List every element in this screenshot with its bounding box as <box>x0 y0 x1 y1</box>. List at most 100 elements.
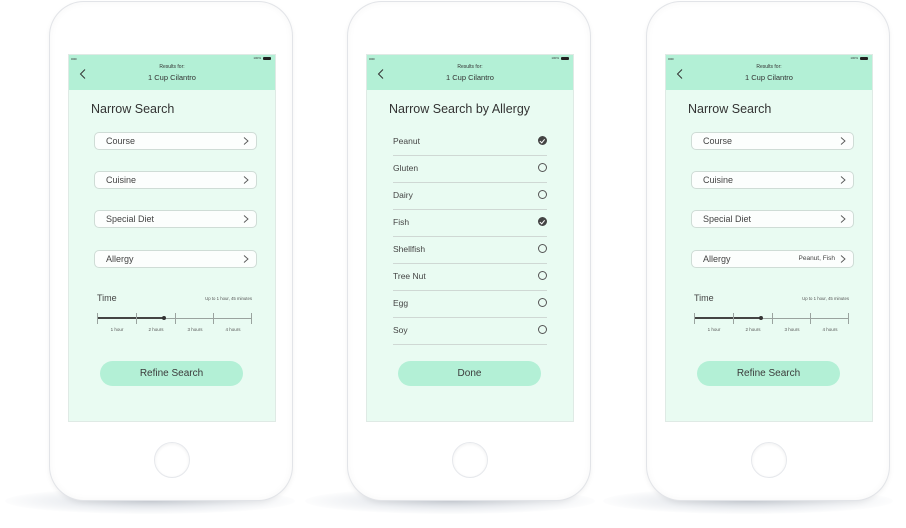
allergy-option-shellfish[interactable]: Shellfish <box>393 236 547 264</box>
results-label: Results for: <box>756 64 782 70</box>
slider-tick <box>694 313 695 324</box>
check-circle-icon[interactable] <box>538 136 547 145</box>
allergy-option-soy[interactable]: Soy <box>393 317 547 345</box>
signal-icon: ••••• <box>369 56 375 61</box>
allergy-selected-value: Peanut, Fish <box>798 255 836 262</box>
chevron-right-icon <box>243 255 249 263</box>
slider-tick <box>174 313 176 324</box>
special-diet-row[interactable]: Special Diet <box>94 210 257 228</box>
slider-thumb[interactable] <box>758 316 763 320</box>
phone-frame-allergy: ••••• 100% Results for: 1 Cup Cilantro N… <box>348 2 590 500</box>
chevron-right-icon <box>243 137 249 145</box>
row-label: Special Diet <box>703 214 752 224</box>
allergy-option-fish[interactable]: Fish <box>393 209 547 237</box>
nav-bar: ••••• 100% Results for: 1 Cup Cilantro <box>367 55 573 90</box>
query-label: 1 Cup Cilantro <box>446 73 494 82</box>
slider-tick <box>848 313 849 324</box>
refine-search-button[interactable]: Refine Search <box>697 361 840 386</box>
tick-label: 3 hours <box>187 327 203 332</box>
home-button[interactable] <box>154 442 190 478</box>
slider-tick <box>135 313 137 324</box>
slider-thumb[interactable] <box>161 316 166 320</box>
allergy-row[interactable]: Allergy <box>94 250 257 268</box>
course-row[interactable]: Course <box>691 132 854 150</box>
home-button[interactable] <box>751 442 787 478</box>
time-value: Up to 1 hour, 45 minutes <box>205 296 252 301</box>
row-label: Allergy <box>106 254 134 264</box>
battery-icon <box>561 56 569 60</box>
tick-label: 1 hour <box>110 327 124 332</box>
tick-label: 2 hours <box>745 327 761 332</box>
query-label: 1 Cup Cilantro <box>148 73 196 82</box>
refine-search-button[interactable]: Refine Search <box>100 361 243 386</box>
row-label: Cuisine <box>106 175 137 185</box>
screen-narrow-search-filtered: ••••• 100% Results for: 1 Cup Cilantro N… <box>665 54 873 422</box>
allergy-option-dairy[interactable]: Dairy <box>393 182 547 210</box>
battery-percent: 100% <box>850 56 858 60</box>
allergy-option-peanut[interactable]: Peanut <box>393 128 547 156</box>
battery-percent: 100% <box>253 56 261 60</box>
battery-percent: 100% <box>551 56 559 60</box>
page-title: Narrow Search <box>688 102 772 116</box>
results-label: Results for: <box>457 64 483 70</box>
cuisine-row[interactable]: Cuisine <box>691 171 854 189</box>
special-diet-row[interactable]: Special Diet <box>691 210 854 228</box>
option-label: Dairy <box>393 190 413 200</box>
option-label: Shellfish <box>393 244 426 254</box>
slider-tick <box>97 313 98 324</box>
row-label: Allergy <box>703 254 731 264</box>
radio-empty-icon[interactable] <box>538 325 547 334</box>
allergy-option-gluten[interactable]: Gluten <box>393 155 547 183</box>
page-title: Narrow Search <box>91 102 175 116</box>
status-battery: 100% <box>551 56 569 60</box>
battery-icon <box>860 56 868 60</box>
query-label: 1 Cup Cilantro <box>745 73 793 82</box>
battery-icon <box>263 56 271 60</box>
chevron-right-icon <box>243 176 249 184</box>
time-slider[interactable] <box>694 312 849 324</box>
status-battery: 100% <box>850 56 868 60</box>
radio-empty-icon[interactable] <box>538 271 547 280</box>
slider-tick <box>732 313 734 324</box>
page-title: Narrow Search by Allergy <box>389 102 531 116</box>
signal-icon: ••••• <box>668 56 674 61</box>
chevron-right-icon <box>243 215 249 223</box>
tick-label: 2 hours <box>148 327 164 332</box>
results-label: Results for: <box>159 64 185 70</box>
home-button[interactable] <box>452 442 488 478</box>
screen-narrow-search: ••••• 100% Results for: 1 Cup Cilantro N… <box>68 54 276 422</box>
chevron-right-icon <box>840 215 846 223</box>
tick-label: 3 hours <box>784 327 800 332</box>
radio-empty-icon[interactable] <box>538 163 547 172</box>
chevron-right-icon <box>840 176 846 184</box>
radio-empty-icon[interactable] <box>538 244 547 253</box>
option-label: Soy <box>393 325 408 335</box>
phone-frame-narrow-search: ••••• 100% Results for: 1 Cup Cilantro N… <box>50 2 292 500</box>
radio-empty-icon[interactable] <box>538 190 547 199</box>
nav-bar: ••••• 100% Results for: 1 Cup Cilantro <box>69 55 275 90</box>
allergy-option-egg[interactable]: Egg <box>393 290 547 318</box>
option-label: Fish <box>393 217 410 227</box>
allergy-option-tree-nut[interactable]: Tree Nut <box>393 263 547 291</box>
radio-empty-icon[interactable] <box>538 298 547 307</box>
course-row[interactable]: Course <box>94 132 257 150</box>
tick-label: 4 hours <box>225 327 241 332</box>
tick-label: 1 hour <box>707 327 721 332</box>
check-circle-icon[interactable] <box>538 217 547 226</box>
slider-tick <box>771 313 773 324</box>
option-label: Peanut <box>393 136 420 146</box>
allergy-row[interactable]: Allergy Peanut, Fish <box>691 250 854 268</box>
time-slider[interactable] <box>97 312 252 324</box>
slider-fill <box>694 317 761 319</box>
slider-tick <box>213 313 215 324</box>
time-value: Up to 1 hour, 45 minutes <box>802 296 849 301</box>
slider-tick <box>251 313 252 324</box>
time-label: Time <box>97 293 117 303</box>
done-button[interactable]: Done <box>398 361 541 386</box>
slider-tick <box>810 313 812 324</box>
screen-allergy: ••••• 100% Results for: 1 Cup Cilantro N… <box>366 54 574 422</box>
slider-fill <box>97 317 164 319</box>
status-battery: 100% <box>253 56 271 60</box>
row-label: Special Diet <box>106 214 155 224</box>
cuisine-row[interactable]: Cuisine <box>94 171 257 189</box>
